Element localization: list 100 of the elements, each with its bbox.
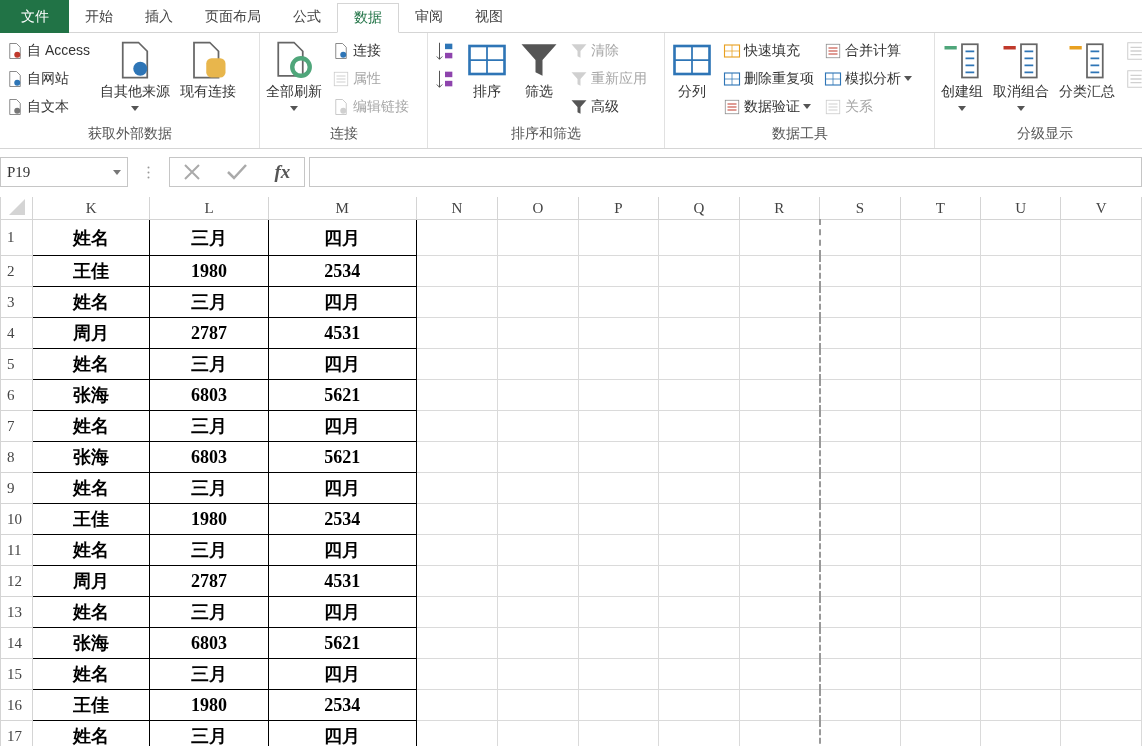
ribbon-tab[interactable]: 页面布局 [189,0,277,33]
column-header[interactable]: R [739,197,820,220]
table-cell: 2787 [149,317,269,349]
column-header[interactable]: O [497,197,579,220]
name-box[interactable]: P19 [0,157,128,187]
column-header[interactable]: U [980,197,1061,220]
ribbon-button[interactable]: 快速填充 [720,37,817,64]
table-cell: 三月 [149,219,269,256]
table-cell: 四月 [268,472,417,504]
table-cell: 4531 [268,565,417,597]
table-cell: 三月 [149,348,269,380]
column-header[interactable]: Q [658,197,740,220]
table-cell: 姓名 [32,410,150,442]
column-header[interactable]: M [268,197,417,220]
table-cell: 四月 [268,534,417,566]
row-header[interactable]: 10 [0,503,33,535]
column-header[interactable]: P [578,197,659,220]
ribbon-button[interactable]: 自其他来源 [97,37,173,122]
ribbon-tab[interactable]: 公式 [277,0,337,33]
table-cell: 王佳 [32,255,150,287]
row-header[interactable]: 17 [0,720,33,746]
ribbon-button[interactable]: 自网站 [3,65,93,92]
row-header[interactable]: 2 [0,255,33,287]
formula-field[interactable] [309,157,1142,187]
ribbon-button[interactable]: 分类汇总 [1056,37,1118,122]
table-cell: 姓名 [32,596,150,628]
ribbon-tab[interactable]: 数据 [337,3,399,33]
column-header[interactable]: K [32,197,150,220]
ribbon-button[interactable]: 数据验证 [720,93,817,120]
ribbon-button[interactable]: 连接 [329,37,412,64]
caret-icon [958,106,966,111]
column-header[interactable]: T [900,197,981,220]
ribbon-button[interactable]: 排序 [463,37,511,122]
table-cell: 5621 [268,441,417,473]
ribbon-button[interactable]: 删除重复项 [720,65,817,92]
list-icon [332,69,350,88]
table-cell: 张海 [32,441,150,473]
row-header[interactable]: 3 [0,286,33,318]
ribbon-button[interactable]: 模拟分析 [821,65,915,92]
ribbon-button[interactable]: 分列 [668,37,716,122]
table-cell: 姓名 [32,472,150,504]
table-cell: 四月 [268,219,417,256]
column-header[interactable]: L [149,197,269,220]
ribbon-button[interactable]: 筛选 [515,37,563,122]
row-header[interactable]: 11 [0,534,33,566]
table-cell: 1980 [149,255,269,287]
check-icon[interactable] [227,164,248,180]
ribbon-button[interactable]: 高级 [567,93,650,120]
caret-icon [904,76,912,81]
ribbon-button[interactable]: 创建组 [938,37,986,122]
table-cell: 4531 [268,317,417,349]
ribbon-button[interactable]: 自文本 [3,93,93,120]
ribbon-button[interactable]: 全部刷新 [263,37,325,122]
table-cell: 四月 [268,658,417,690]
document-icon [6,41,24,60]
caret-icon [290,106,298,111]
more-icon[interactable] [147,165,150,179]
cancel-icon[interactable] [183,164,200,180]
table-cell: 周月 [32,317,150,349]
row-header[interactable]: 12 [0,565,33,597]
ribbon-tab[interactable]: 插入 [129,0,189,33]
row-header[interactable]: 6 [0,379,33,411]
select-all-icon[interactable] [7,197,26,215]
column-header[interactable]: V [1060,197,1142,220]
row-header[interactable]: 7 [0,410,33,442]
row-header[interactable]: 15 [0,658,33,690]
ribbon-tab[interactable]: 开始 [69,0,129,33]
ribbon-button[interactable]: 合并计算 [821,37,915,64]
row-header[interactable]: 1 [0,219,33,256]
insert-function-button[interactable]: fx [274,161,291,183]
table-cell: 三月 [149,410,269,442]
row-header[interactable]: 13 [0,596,33,628]
group-label: 排序和筛选 [510,124,582,143]
ribbon-button[interactable]: 取消组合 [990,37,1052,122]
ribbon-tab[interactable]: 审阅 [399,0,459,33]
row-header[interactable]: 4 [0,317,33,349]
file-tab[interactable]: 文件 [0,0,69,33]
column-header[interactable]: N [416,197,498,220]
table-cell: 5621 [268,627,417,659]
table-cell: 王佳 [32,503,150,535]
table-cell: 6803 [149,441,269,473]
table-cell: 四月 [268,348,417,380]
row-header[interactable]: 16 [0,689,33,721]
table-cell: 1980 [149,689,269,721]
table-cell: 姓名 [32,286,150,318]
row-header[interactable]: 14 [0,627,33,659]
table-cell: 三月 [149,534,269,566]
ribbon-button[interactable]: 自 Access [3,37,93,64]
caret-icon [1017,106,1025,111]
row-header[interactable]: 8 [0,441,33,473]
ribbon-button[interactable]: 现有连接 [177,37,239,122]
table-cell: 王佳 [32,689,150,721]
group-label: 获取外部数据 [86,124,173,143]
row-header[interactable]: 9 [0,472,33,504]
group-label: 连接 [328,124,359,143]
table-cell: 四月 [268,286,417,318]
column-header[interactable]: S [819,197,900,220]
table-cell: 2787 [149,565,269,597]
ribbon-tab[interactable]: 视图 [459,0,519,33]
row-header[interactable]: 5 [0,348,33,380]
